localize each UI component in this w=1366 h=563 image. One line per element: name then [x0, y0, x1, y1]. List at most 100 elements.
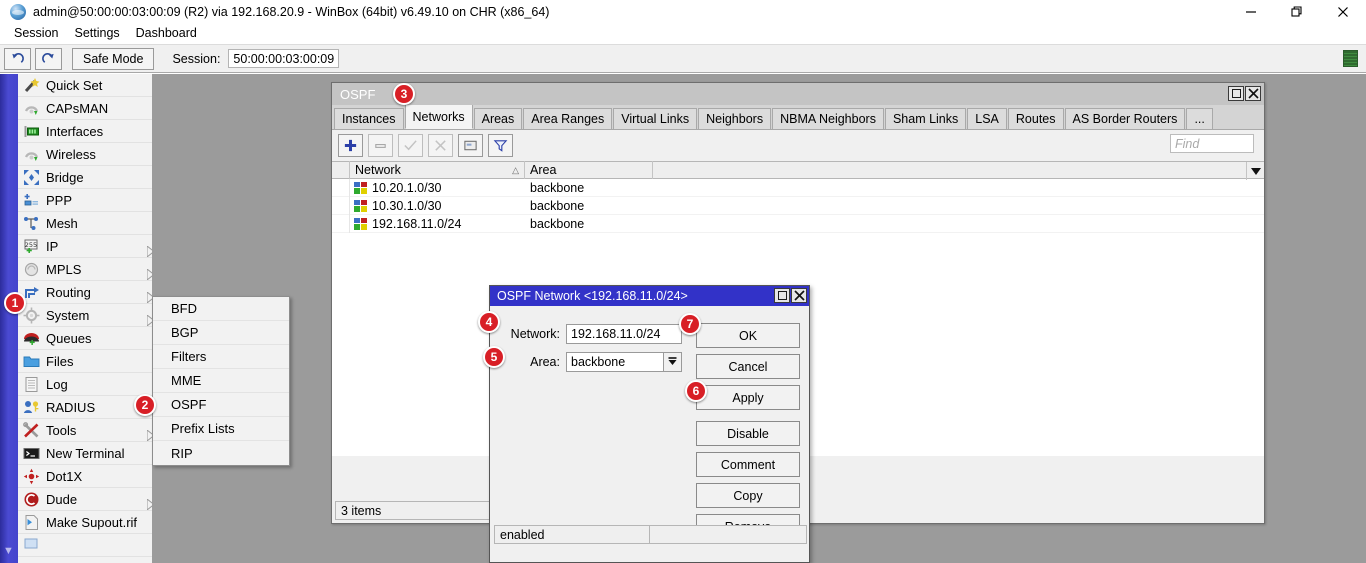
find-input[interactable]: Find — [1170, 134, 1254, 153]
submenu-item-mme[interactable]: MME — [153, 369, 289, 393]
column-chooser-icon[interactable] — [1246, 162, 1264, 180]
tab-areas[interactable]: Areas — [473, 108, 523, 129]
sidebar-item-mpls[interactable]: MPLS — [18, 258, 154, 281]
table-row[interactable]: 10.20.1.0/30 backbone — [332, 178, 1264, 197]
safe-mode-button[interactable]: Safe Mode — [72, 47, 155, 70]
tab-nbma-neighbors[interactable]: NBMA Neighbors — [772, 108, 884, 129]
comment-icon[interactable] — [458, 134, 483, 157]
tab-instances[interactable]: Instances — [334, 108, 404, 129]
tab-as-border-routers[interactable]: AS Border Routers — [1064, 108, 1186, 129]
disable-button[interactable]: Disable — [696, 421, 800, 446]
files-icon — [23, 353, 40, 370]
ospf-close-icon[interactable] — [1245, 86, 1261, 101]
row-flag-gutter — [332, 196, 350, 215]
submenu-item-rip[interactable]: RIP — [153, 441, 289, 465]
chevron-right-icon — [141, 240, 154, 257]
column-header-area[interactable]: Area — [525, 161, 653, 179]
comment-button[interactable]: Comment — [696, 452, 800, 477]
radius-icon — [23, 399, 40, 416]
ok-button[interactable]: OK — [696, 323, 800, 348]
enable-icon[interactable] — [398, 134, 423, 157]
dialog-maximize-icon[interactable] — [774, 288, 790, 303]
submenu-item-prefix-lists[interactable]: Prefix Lists — [153, 417, 289, 441]
window-controls — [1228, 0, 1366, 23]
chevron-right-icon — [141, 263, 154, 280]
sidebar-item-tools[interactable]: Tools — [18, 419, 154, 442]
tab-sham-links[interactable]: Sham Links — [884, 108, 967, 129]
cancel-button[interactable]: Cancel — [696, 354, 800, 379]
sidebar-item-quick-set[interactable]: Quick Set — [18, 74, 152, 97]
tab-routes[interactable]: Routes — [1007, 108, 1064, 129]
sidebar-item-files[interactable]: Files — [18, 350, 152, 373]
sidebar-item-partial[interactable] — [18, 534, 152, 557]
tab-area-ranges[interactable]: Area Ranges — [523, 108, 613, 129]
submenu-item-filters[interactable]: Filters — [153, 345, 289, 369]
main-sidebar: ▼ Quick Set CAPsMAN Interfaces Wireless … — [0, 74, 154, 563]
filter-icon[interactable] — [488, 134, 513, 157]
session-value[interactable]: 50:00:00:03:00:09 — [228, 49, 340, 68]
tab-lsa[interactable]: LSA — [967, 108, 1007, 129]
annotation-badge-6: 6 — [685, 380, 707, 402]
row-flag-gutter — [332, 178, 350, 197]
sidebar-item-system[interactable]: System — [18, 304, 154, 327]
sidebar-item-make-supout-rif[interactable]: Make Supout.rif — [18, 511, 152, 534]
table-row[interactable]: 10.30.1.0/30 backbone — [332, 196, 1264, 215]
sidebar-item-radius[interactable]: RADIUS — [18, 396, 152, 419]
undo-icon[interactable] — [4, 47, 31, 70]
restore-icon[interactable] — [1274, 0, 1320, 23]
sidebar-item-label: PPP — [46, 192, 73, 208]
dot1x-icon — [23, 468, 40, 485]
sidebar-item-mesh[interactable]: Mesh — [18, 212, 152, 235]
menu-dashboard[interactable]: Dashboard — [128, 25, 205, 41]
sidebar-item-label: RADIUS — [46, 399, 96, 415]
menubar: Session Settings Dashboard — [0, 23, 1366, 43]
submenu-item-bfd[interactable]: BFD — [153, 297, 289, 321]
sidebar-item-queues[interactable]: Queues — [18, 327, 152, 350]
sidebar-item-capsman[interactable]: CAPsMAN — [18, 97, 152, 120]
tab-more[interactable]: ... — [1186, 108, 1213, 129]
tab-virtual-links[interactable]: Virtual Links — [613, 108, 698, 129]
ospf-window-titlebar[interactable]: OSPF — [332, 83, 1264, 105]
table-row[interactable]: 192.168.11.0/24 backbone — [332, 214, 1264, 233]
close-icon[interactable] — [1320, 0, 1366, 23]
sidebar-item-new-terminal[interactable]: New Terminal — [18, 442, 152, 465]
sidebar-item-log[interactable]: Log — [18, 373, 152, 396]
dialog-status-spacer — [650, 525, 807, 544]
chevron-right-icon — [141, 424, 154, 441]
menu-settings[interactable]: Settings — [66, 25, 127, 41]
disable-icon[interactable] — [428, 134, 453, 157]
redo-icon[interactable] — [35, 47, 62, 70]
sidebar-item-interfaces[interactable]: Interfaces — [18, 120, 152, 143]
sidebar-item-dot1x[interactable]: Dot1X — [18, 465, 152, 488]
cell-network-value: 10.30.1.0/30 — [372, 198, 442, 213]
column-header-network[interactable]: Network △ — [350, 161, 525, 179]
submenu-item-bgp[interactable]: BGP — [153, 321, 289, 345]
sidebar-item-ppp[interactable]: PPP — [18, 189, 152, 212]
sidebar-item-bridge[interactable]: Bridge — [18, 166, 152, 189]
apply-button[interactable]: Apply — [696, 385, 800, 410]
chevron-down-icon[interactable] — [663, 351, 682, 372]
dialog-close-icon[interactable] — [791, 288, 807, 303]
network-icon — [354, 199, 367, 212]
cell-network: 192.168.11.0/24 — [350, 217, 525, 231]
dialog-titlebar[interactable]: OSPF Network <192.168.11.0/24> — [490, 286, 809, 306]
copy-button[interactable]: Copy — [696, 483, 800, 508]
sidebar-collapse-icon[interactable]: ▼ — [3, 545, 14, 557]
tab-neighbors[interactable]: Neighbors — [698, 108, 772, 129]
sidebar-item-wireless[interactable]: Wireless — [18, 143, 152, 166]
sidebar-item-dude[interactable]: Dude — [18, 488, 154, 511]
queues-icon — [23, 330, 40, 347]
menu-session[interactable]: Session — [6, 25, 66, 41]
area-combobox-input[interactable]: backbone — [566, 351, 664, 372]
tab-networks[interactable]: Networks — [404, 104, 473, 129]
network-input[interactable]: 192.168.11.0/24 — [566, 323, 682, 344]
sidebar-item-routing[interactable]: Routing — [18, 281, 154, 304]
cell-area: backbone — [530, 216, 585, 231]
add-icon[interactable] — [338, 134, 363, 157]
sidebar-item-label: System — [46, 307, 90, 323]
sidebar-item-ip[interactable]: 255 IP — [18, 235, 154, 258]
remove-icon[interactable] — [368, 134, 393, 157]
ospf-maximize-icon[interactable] — [1228, 86, 1244, 101]
minimize-icon[interactable] — [1228, 0, 1274, 23]
submenu-item-ospf[interactable]: OSPF — [153, 393, 289, 417]
